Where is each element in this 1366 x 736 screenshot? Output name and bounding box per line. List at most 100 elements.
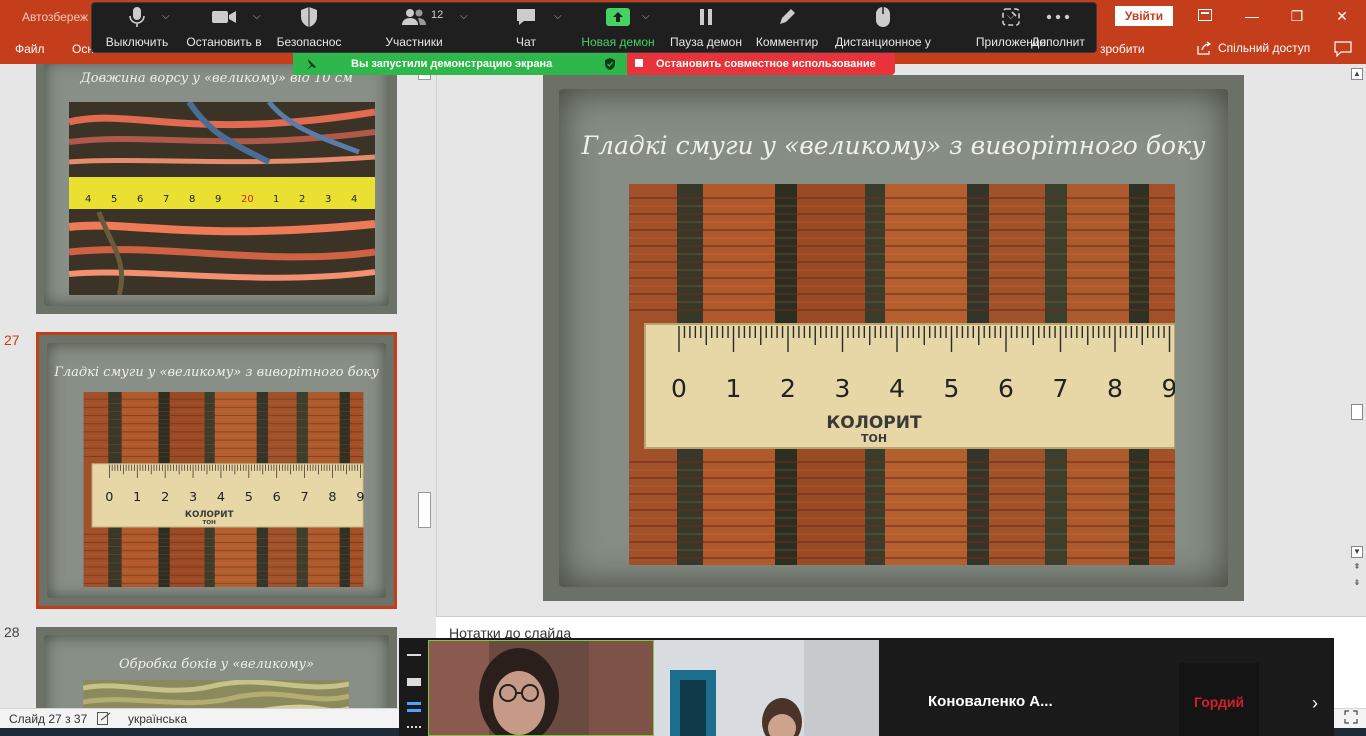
stop-video-button[interactable]: Остановить в [186, 3, 262, 54]
mute-label: Выключить [105, 35, 169, 49]
chat-button[interactable]: Чат [506, 3, 546, 54]
annotate-button[interactable]: Комментир [754, 3, 820, 54]
svg-text:6: 6 [137, 194, 143, 205]
scroll-down-arrow-icon[interactable]: ▼ [1351, 546, 1363, 558]
svg-text:20: 20 [241, 194, 254, 205]
participants-count: 12 [431, 9, 444, 21]
svg-text:9: 9 [215, 194, 221, 205]
next-slide-icon[interactable]: ⇟ [1351, 578, 1363, 590]
carpet-ruler-photo: 0123456789 КОЛОРИТ ТОН [629, 184, 1175, 565]
expand-video-icon[interactable] [1344, 710, 1358, 724]
slide-scroll-thumb[interactable] [1351, 404, 1363, 420]
screen: Автозбереж Увійти — ❐ ✕ Файл Осн зробити… [0, 0, 1366, 736]
autosave-label[interactable]: Автозбереж [22, 10, 88, 24]
mouse-icon [876, 7, 890, 27]
participant-video [429, 641, 653, 735]
stop-square-icon [635, 59, 643, 67]
svg-text:1: 1 [273, 194, 279, 205]
fur-pile-photo: 4 5 6 7 8 9 20 1 2 3 4 [69, 102, 375, 295]
signin-button[interactable]: Увійти [1115, 6, 1173, 26]
chevron-down-icon[interactable]: ⌵ [1007, 11, 1015, 22]
svg-text:3: 3 [325, 194, 331, 205]
comments-icon[interactable] [1334, 41, 1352, 57]
share-button[interactable]: Спільний доступ [1196, 41, 1310, 55]
video-camera-icon [212, 11, 236, 23]
annotate-label: Комментир [755, 35, 819, 49]
mute-button[interactable]: Выключить [104, 3, 170, 54]
chevron-down-icon[interactable]: ⌵ [253, 11, 261, 22]
spellcheck-icon[interactable] [97, 712, 111, 725]
svg-text:2: 2 [299, 194, 305, 205]
slide-scrollbar[interactable]: ▲ ▼ ⇞ ⇟ [1348, 64, 1366, 616]
shield-check-icon [605, 58, 615, 70]
new-share-label: Новая демон [581, 35, 655, 49]
more-label: Дополнит [1031, 35, 1085, 49]
share-label: Спільний доступ [1218, 41, 1311, 55]
slide-counter: Слайд 27 з 37 [9, 712, 88, 726]
gallery-view-icon[interactable] [407, 726, 421, 736]
slide-thumbnails-panel: Довжина ворсу у «великому» від 10 см 456… [0, 64, 432, 708]
speaker-view-icon[interactable] [407, 702, 421, 712]
chevron-down-icon[interactable]: ⌵ [162, 11, 170, 22]
thumbnails-scrollbar[interactable] [416, 64, 432, 708]
shield-icon [301, 7, 317, 27]
slide-title: Гладкі смуги у «великому» з виворітного … [581, 131, 1206, 160]
language-indicator[interactable]: українська [128, 712, 187, 726]
current-slide[interactable]: Гладкі смуги у «великому» з виворітного … [543, 75, 1244, 601]
chevron-down-icon[interactable]: ⌵ [642, 11, 650, 22]
microphone-icon [129, 7, 145, 27]
chevron-down-icon[interactable]: ⌵ [554, 11, 562, 22]
video-tile-active-speaker[interactable] [428, 640, 654, 736]
stop-video-label: Остановить в [186, 35, 262, 49]
participant-3-name: Коноваленко А... [928, 693, 1053, 710]
thumbnails-scroll-thumb[interactable] [418, 492, 431, 528]
next-videos-arrow-icon[interactable]: › [1312, 693, 1318, 714]
ribbon-display-options-icon[interactable] [1190, 6, 1220, 26]
svg-text:5: 5 [111, 194, 117, 205]
close-button[interactable]: ✕ [1327, 6, 1357, 26]
strip-view-icon[interactable] [407, 678, 421, 686]
stop-share-button[interactable]: Остановить совместное использование [627, 53, 895, 75]
svg-text:4: 4 [351, 194, 357, 205]
fringe-photo [83, 680, 349, 708]
tab-file[interactable]: Файл [15, 42, 45, 56]
chat-bubble-icon [517, 9, 535, 25]
security-button[interactable]: Безопаснос [276, 3, 342, 54]
restore-button[interactable]: ❐ [1282, 6, 1312, 26]
scroll-up-arrow-icon[interactable]: ▲ [1351, 68, 1363, 80]
stop-share-label: Остановить совместное использование [656, 58, 876, 70]
slide-28-title: Обробка боків у «великому» [118, 657, 315, 672]
share-icon [1197, 41, 1212, 55]
svg-text:8: 8 [189, 194, 195, 205]
minimize-button[interactable]: — [1237, 6, 1267, 26]
participant-video [654, 640, 879, 736]
zoom-meeting-toolbar: Выключить ⌵ Остановить в ⌵ Безопаснос Уч… [91, 2, 1097, 53]
slide-thumbnail-27[interactable]: Гладкі смуги у «великому» з виворітного … [36, 332, 397, 609]
security-label: Безопаснос [276, 35, 342, 49]
previous-slide-icon[interactable]: ⇞ [1351, 562, 1363, 574]
slide-number-28: 28 [4, 624, 20, 640]
remote-control-button[interactable]: Дистанционное у [834, 3, 932, 54]
sharing-status-banner[interactable]: Вы запустили демонстрацию экрана [293, 53, 627, 75]
slide-number-27: 27 [4, 332, 20, 348]
pause-share-button[interactable]: Пауза демон [668, 3, 744, 54]
sharing-status-text: Вы запустили демонстрацию экрана [351, 58, 553, 70]
hide-video-icon[interactable] [407, 654, 421, 664]
more-dots-icon [1046, 14, 1070, 20]
pause-share-label: Пауза демон [670, 35, 742, 49]
pin-icon[interactable] [305, 58, 317, 70]
slide-thumbnail-26[interactable]: Довжина ворсу у «великому» від 10 см 456… [36, 64, 397, 314]
pencil-icon [780, 9, 795, 24]
more-button[interactable]: Дополнит [1028, 3, 1088, 54]
tell-me-search[interactable]: зробити [1100, 42, 1145, 56]
slide-thumbnail-28[interactable]: Обробка боків у «великому» [36, 627, 397, 708]
participant-4-label: Гордий [1193, 694, 1245, 710]
participants-icon [402, 9, 426, 25]
svg-text:4: 4 [85, 194, 91, 205]
zoom-video-strip: Коноваленко А... Гордий › [399, 638, 1334, 736]
video-tile-participant-2[interactable] [654, 640, 879, 736]
carpet-ruler-photo-thumbnail [83, 392, 364, 587]
participant-4-avatar[interactable]: Гордий [1179, 663, 1259, 736]
slide-27-title: Гладкі смуги у «великому» з виворітного … [54, 365, 379, 380]
chevron-down-icon[interactable]: ⌵ [460, 11, 468, 22]
